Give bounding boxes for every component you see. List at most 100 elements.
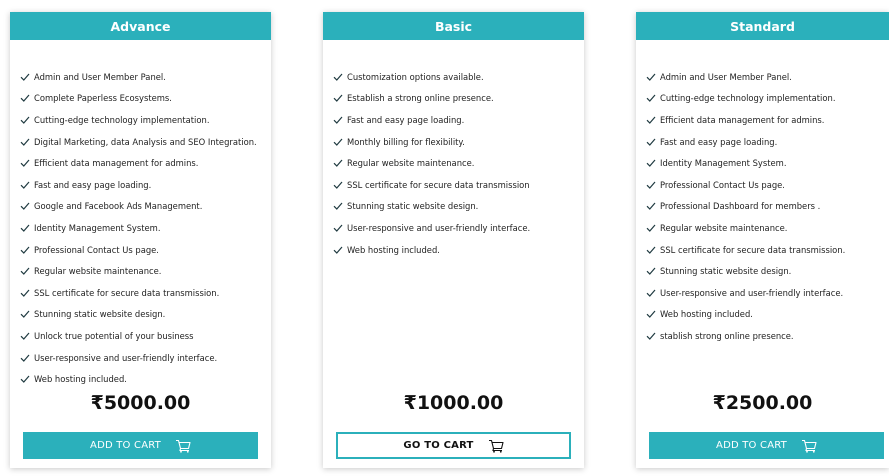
feature-item: Google and Facebook Ads Management. <box>20 196 271 218</box>
checkmark-icon <box>646 181 660 189</box>
checkmark-icon <box>333 246 347 254</box>
feature-list: Admin and User Member Panel. Complete Pap… <box>10 40 271 390</box>
feature-item: Identity Management System. <box>646 152 889 174</box>
feature-text: Stunning static website design. <box>660 266 792 277</box>
button-label: ADD TO CART <box>90 440 161 451</box>
feature-item: User-responsive and user-friendly interf… <box>646 282 889 304</box>
feature-text: Regular website maintenance. <box>660 222 788 233</box>
feature-item: Web hosting included. <box>333 239 584 261</box>
checkmark-icon <box>333 138 347 146</box>
feature-list: Customization options available. Establis… <box>323 40 584 260</box>
checkmark-icon <box>646 159 660 168</box>
checkmark-icon <box>333 73 347 81</box>
plan-title: Basic <box>323 12 584 40</box>
checkmark-icon <box>646 246 660 254</box>
checkmark-icon <box>333 224 347 232</box>
feature-item: Identity Management System. <box>20 217 271 239</box>
feature-item: User-responsive and user-friendly interf… <box>20 347 271 369</box>
checkmark-icon <box>20 332 34 340</box>
feature-text: User-responsive and user-friendly interf… <box>34 352 218 363</box>
feature-text: Monthly billing for flexibility. <box>347 136 465 147</box>
feature-text: Establish a strong online presence. <box>347 93 494 104</box>
feature-item: Stunning static website design. <box>646 260 889 282</box>
feature-item: Fast and easy page loading. <box>20 174 271 196</box>
feature-text: stablish strong online presence. <box>660 330 794 341</box>
feature-text: SSL certificate for secure data transmis… <box>660 244 846 255</box>
checkmark-icon <box>20 202 34 211</box>
checkmark-icon <box>20 94 34 103</box>
button-label: ADD TO CART <box>716 440 787 451</box>
shopping-cart-icon <box>488 439 504 453</box>
feature-item: Establish a strong online presence. <box>333 88 584 110</box>
checkmark-icon <box>20 246 34 254</box>
checkmark-icon <box>20 267 34 276</box>
checkmark-icon <box>333 159 347 168</box>
checkmark-icon <box>646 332 660 340</box>
feature-text: Customization options available. <box>347 71 484 82</box>
feature-item: SSL certificate for secure data transmis… <box>333 174 584 196</box>
feature-text: Regular website maintenance. <box>347 158 475 169</box>
feature-item: Web hosting included. <box>20 368 271 390</box>
feature-item: Unlock true potential of your business <box>20 325 271 347</box>
feature-item: Stunning static website design. <box>20 304 271 326</box>
feature-item: Cutting-edge technology implementation. <box>20 109 271 131</box>
checkmark-icon <box>20 116 34 124</box>
go-to-cart-button[interactable]: GO TO CART <box>336 432 571 459</box>
checkmark-icon <box>646 116 660 124</box>
checkmark-icon <box>20 224 34 232</box>
checkmark-icon <box>20 73 34 81</box>
checkmark-icon <box>333 94 347 103</box>
checkmark-icon <box>646 94 660 103</box>
checkmark-icon <box>20 159 34 168</box>
plan-title: Advance <box>10 12 271 40</box>
feature-item: Web hosting included. <box>646 304 889 326</box>
feature-item: Monthly billing for flexibility. <box>333 131 584 153</box>
checkmark-icon <box>333 181 347 189</box>
feature-text: Regular website maintenance. <box>34 266 162 277</box>
button-label: GO TO CART <box>403 440 474 451</box>
feature-item: Professional Dashboard for members . <box>646 196 889 218</box>
feature-item: Efficient data management for admins. <box>646 109 889 131</box>
feature-item: Customization options available. <box>333 66 584 88</box>
feature-item: Regular website maintenance. <box>333 152 584 174</box>
feature-list: Admin and User Member Panel. Cutting-edge… <box>636 40 889 347</box>
checkmark-icon <box>646 310 660 319</box>
feature-item: Regular website maintenance. <box>646 217 889 239</box>
plan-card-basic: Basic Customization options available. Es… <box>323 12 584 468</box>
feature-item: SSL certificate for secure data transmis… <box>20 282 271 304</box>
checkmark-icon <box>646 138 660 146</box>
feature-text: Complete Paperless Ecosystems. <box>34 93 172 104</box>
feature-text: Admin and User Member Panel. <box>660 71 792 82</box>
feature-text: Google and Facebook Ads Management. <box>34 201 203 212</box>
checkmark-icon <box>646 267 660 276</box>
plan-price: ₹2500.00 <box>712 392 813 414</box>
feature-text: User-responsive and user-friendly interf… <box>347 222 531 233</box>
feature-item: Digital Marketing, data Analysis and SEO… <box>20 131 271 153</box>
feature-item: Professional Contact Us page. <box>646 174 889 196</box>
plan-price: ₹5000.00 <box>90 392 191 414</box>
checkmark-icon <box>20 375 34 383</box>
feature-text: Professional Dashboard for members . <box>660 201 821 212</box>
add-to-cart-button[interactable]: ADD TO CART <box>23 432 258 459</box>
feature-text: SSL certificate for secure data transmis… <box>34 287 220 298</box>
checkmark-icon <box>20 289 34 297</box>
plan-price: ₹1000.00 <box>403 392 504 414</box>
feature-item: Complete Paperless Ecosystems. <box>20 88 271 110</box>
feature-text: Professional Contact Us page. <box>660 179 785 190</box>
checkmark-icon <box>20 138 34 146</box>
add-to-cart-button[interactable]: ADD TO CART <box>649 432 884 459</box>
checkmark-icon <box>333 116 347 124</box>
feature-item: stablish strong online presence. <box>646 325 889 347</box>
feature-item: Cutting-edge technology implementation. <box>646 88 889 110</box>
checkmark-icon <box>646 202 660 211</box>
feature-item: User-responsive and user-friendly interf… <box>333 217 584 239</box>
feature-text: User-responsive and user-friendly interf… <box>660 287 844 298</box>
checkmark-icon <box>333 202 347 211</box>
feature-text: Identity Management System. <box>34 222 161 233</box>
feature-text: Identity Management System. <box>660 158 787 169</box>
feature-item: Admin and User Member Panel. <box>20 66 271 88</box>
feature-text: Web hosting included. <box>34 374 127 385</box>
feature-item: Professional Contact Us page. <box>20 239 271 261</box>
feature-text: Digital Marketing, data Analysis and SEO… <box>34 136 257 147</box>
checkmark-icon <box>646 73 660 81</box>
